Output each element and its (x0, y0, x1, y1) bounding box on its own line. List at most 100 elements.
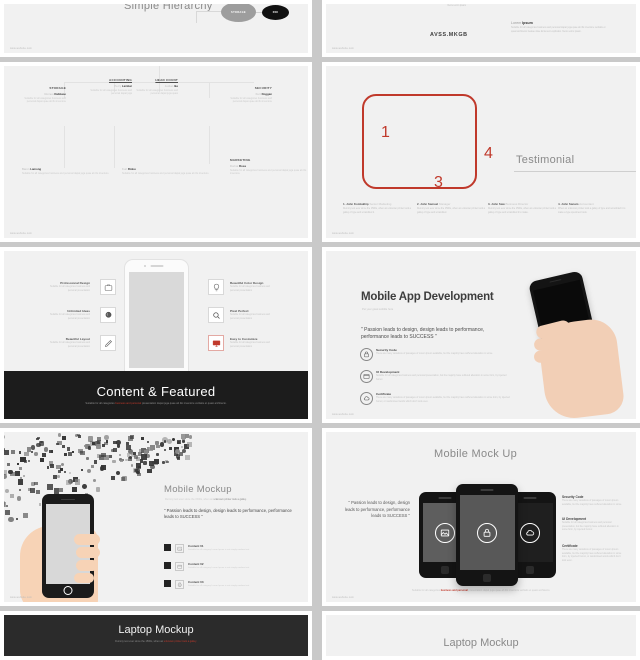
slide-thumbnail-lorem-stats[interactable]: Suitable for all categories business and… (322, 0, 640, 57)
feature-title: Certificate (562, 544, 578, 548)
testimonial-name: 3. John Saw Business Director (488, 202, 556, 206)
slide-thumbnail-mobile-mock-up[interactable]: Mobile Mock Up " Passion leads to design… (322, 428, 640, 606)
slide-thumbnail-laptop-mockup-light[interactable]: Laptop Mockup (322, 611, 640, 660)
slide-thumbnail-simple-hierarchy[interactable]: Simple Hierarchy STORAGE ROI www.website… (0, 0, 312, 57)
content-desc: Suitable for all category Lorem Ipsum is… (188, 584, 250, 587)
slide-canvas: Laptop Mockup (326, 615, 636, 656)
org-node-name: Dabbase (54, 91, 66, 96)
briefcase-icon (100, 279, 116, 295)
burst-icon (60, 468, 64, 472)
feature-desc: Suitable for all categories business and… (230, 342, 270, 348)
feature-text: Security Code There are many variations … (376, 348, 510, 357)
slide-caption: Suitable for all categories business and… (391, 589, 571, 593)
burst-icon (68, 471, 72, 474)
burst-icon (30, 488, 35, 493)
feature-text: Certificate There are many variations of… (376, 392, 510, 404)
burst-icon (41, 452, 47, 458)
burst-icon (11, 450, 16, 454)
org-node-marketing: MARKETING Dorina Rosa Suitable for all c… (230, 158, 308, 176)
testimonial-item: 4. John Sanam Accountant When an unknown… (558, 202, 626, 215)
org-node-name: Lambar (121, 83, 132, 88)
burst-icon (74, 479, 81, 485)
callout-number-1: 1 (381, 124, 390, 141)
finger-shape (76, 547, 100, 558)
band-subtitle-a: Suitable for all categories (85, 401, 116, 405)
burst-icon (17, 462, 20, 465)
phone-speaker (150, 265, 163, 267)
burst-icon (101, 444, 105, 448)
burst-icon (95, 443, 102, 450)
bullet-square (164, 544, 171, 551)
burst-icon (6, 463, 10, 466)
callout-number-4: 4 (484, 145, 493, 162)
phone-speaker (523, 497, 537, 499)
slide-footer: www.website.com (332, 47, 354, 50)
phone-home-button (483, 574, 491, 582)
burst-icon (80, 450, 85, 456)
feature-desc: Suitable for all categories business and… (50, 342, 90, 348)
burst-icon (8, 517, 14, 523)
slide-thumbnail-org-chart[interactable]: STORAGE Romeo Dabbase Suitable for all c… (0, 62, 312, 242)
burst-icon (34, 481, 38, 486)
slide-thumbnail-testimonial[interactable]: 1 4 3 Testimonial 1. John Komlakhip Seni… (322, 62, 640, 242)
org-node: Baron Lamong Suitable for all categories… (22, 165, 112, 175)
phone-home-button (63, 586, 73, 595)
feature-title: Beautiful Color Design (230, 281, 264, 285)
slide-canvas: Mobile App Development Put your great su… (326, 251, 636, 419)
phone-speaker (549, 278, 562, 284)
org-node-header: STORAGE (49, 86, 66, 90)
feature-desc: There are many variations of passages of… (562, 500, 622, 506)
lock-icon (360, 348, 373, 361)
burst-icon (143, 449, 149, 455)
testimonial-body: Dummy text ever since the 1500s, when an… (417, 208, 485, 214)
burst-icon (37, 436, 40, 440)
testimonial-person: John Komlakhip (346, 202, 369, 206)
burst-icon (120, 460, 123, 463)
org-connector (209, 126, 210, 164)
burst-icon (85, 456, 90, 461)
band-subtitle-accent: business and personal (115, 401, 142, 405)
lightbulb-icon (208, 279, 224, 295)
burst-icon (36, 442, 41, 448)
burst-icon (62, 444, 66, 448)
content-text: Content 02 Suitable for all category Lor… (188, 562, 294, 570)
burst-icon (166, 460, 170, 464)
finger-shape (74, 573, 94, 583)
org-node-role: Dorina (230, 163, 240, 168)
burst-icon (176, 456, 180, 460)
slide-canvas: Laptop Mockup Dummy text ever since the … (4, 615, 308, 656)
bullet-square (164, 562, 171, 569)
phone-speaker (438, 497, 452, 499)
burst-icon (127, 456, 133, 462)
slide-thumbnail-laptop-mockup-dark[interactable]: Laptop Mockup Dummy text ever since the … (0, 611, 312, 660)
burst-icon (181, 448, 187, 454)
pen-icon (100, 335, 116, 351)
org-node-name: Rioku (127, 166, 136, 171)
testimonial-role: Business Director (505, 202, 529, 206)
burst-icon (49, 463, 55, 469)
phone-device-center (456, 484, 518, 586)
caption-accent: business and personal (440, 589, 468, 592)
slide-subtitle: Put your great subtitle here (362, 308, 394, 311)
lorem-block: Lorem Ipsum Suitable for all categories … (511, 21, 611, 34)
content-title: Content 01 (188, 544, 204, 548)
burst-icon (134, 455, 138, 459)
phone-speaker (480, 489, 494, 491)
slide-title: Laptop Mockup (443, 637, 519, 649)
brain-icon (100, 307, 116, 323)
phone-mockup (124, 259, 189, 381)
phone-home-button (526, 566, 534, 574)
slide-thumbnail-content-featured[interactable]: Professional Design Suitable for all cat… (0, 247, 312, 423)
testimonial-person: John Samuel (420, 202, 439, 206)
slide-thumbnail-mobile-app-development[interactable]: Mobile App Development Put your great su… (322, 247, 640, 423)
burst-icon (4, 473, 7, 479)
burst-icon (116, 440, 122, 446)
slide-thumbnail-mobile-mockup[interactable]: Mobile Mockup Dummy text ever since the … (0, 428, 312, 606)
testimonial-person: John Saw (491, 202, 505, 206)
phone-camera (144, 264, 147, 267)
burst-icon (66, 446, 71, 451)
org-node: SECURITY Kurt Doggan Suitable for all ca… (228, 86, 272, 104)
stat-label: AVSS.MKGB (430, 32, 468, 38)
lorem-heading-light: Lorem (511, 21, 523, 25)
phone-speaker (61, 498, 75, 501)
